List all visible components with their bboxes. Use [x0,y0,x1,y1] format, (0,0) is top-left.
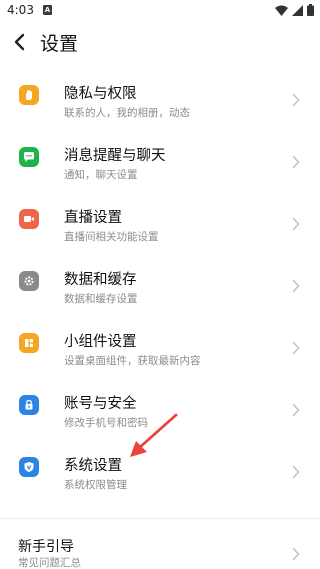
wifi-icon [275,5,288,16]
settings-item-account-security[interactable]: 账号与安全 修改手机号和密码 [0,374,320,436]
chevron-right-icon [292,155,300,169]
settings-item-widgets[interactable]: 小组件设置 设置桌面组件，获取最新内容 [0,312,320,374]
item-title: 小组件设置 [64,334,137,350]
item-title: 新手引导 [18,539,74,555]
chevron-right-icon [292,279,300,293]
gear-icon [19,271,39,291]
shield-icon [19,457,39,477]
widget-icon [19,333,39,353]
chevron-right-icon [292,403,300,417]
item-title: 隐私与权限 [64,86,137,102]
chevron-right-icon [292,465,300,479]
status-time: 4:03 [7,3,34,17]
item-subtitle: 联系的人，我的相册，动态 [64,107,190,119]
chevron-right-icon [292,93,300,107]
item-subtitle: 系统权限管理 [64,479,127,491]
chat-bubble-icon [19,147,39,167]
settings-item-privacy[interactable]: 隐私与权限 联系的人，我的相册，动态 [0,64,320,126]
item-subtitle: 修改手机号和密码 [64,417,148,429]
settings-item-data-cache[interactable]: 数据和缓存 数据和缓存设置 [0,250,320,312]
item-subtitle: 数据和缓存设置 [64,293,138,305]
chevron-right-icon [292,217,300,231]
settings-item-messages[interactable]: 消息提醒与聊天 通知，聊天设置 [0,126,320,188]
page-title: 设置 [40,33,79,55]
item-title: 直播设置 [64,210,122,226]
item-subtitle: 直播间相关功能设置 [64,231,159,243]
status-bar: 4:03 A [0,0,320,22]
item-subtitle: 设置桌面组件，获取最新内容 [64,355,201,367]
lock-icon [19,395,39,415]
settings-list: 隐私与权限 联系的人，我的相册，动态 消息提醒与聊天 通知，聊天设置 直播设置 … [0,64,320,498]
item-title: 账号与安全 [64,396,137,412]
video-camera-icon [19,209,39,229]
top-app-bar: 设置 [0,22,320,62]
item-title: 消息提醒与聊天 [64,148,166,164]
settings-item-system[interactable]: 系统设置 系统权限管理 [0,436,320,498]
back-arrow-icon[interactable] [8,30,32,54]
settings-item-live[interactable]: 直播设置 直播间相关功能设置 [0,188,320,250]
signal-icon [292,4,303,16]
notification-icon: A [43,5,52,15]
item-subtitle: 常见问题汇总 [18,557,81,569]
chevron-right-icon [292,341,300,355]
status-icons [275,4,314,16]
item-title: 系统设置 [64,458,122,474]
item-title: 数据和缓存 [64,272,137,288]
item-subtitle: 通知，聊天设置 [64,169,138,181]
settings-item-beginner-guide[interactable]: 新手引导 常见问题汇总 [0,519,320,569]
hand-icon [19,85,39,105]
chevron-right-icon [292,547,300,561]
battery-icon [307,4,314,16]
